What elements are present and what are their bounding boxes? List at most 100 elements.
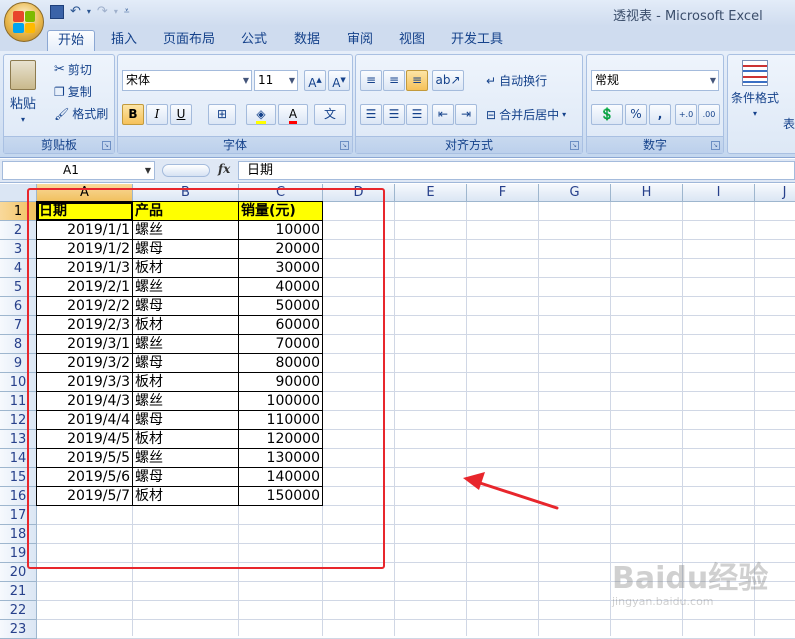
align-center-button[interactable]: ☰ <box>383 104 405 125</box>
cell-date[interactable]: 2019/2/1 <box>37 278 133 297</box>
cell-sales[interactable]: 120000 <box>239 430 323 449</box>
tab-developer[interactable]: 开发工具 <box>444 30 510 52</box>
decrease-indent-button[interactable]: ⇤ <box>432 104 454 125</box>
align-right-button[interactable]: ☰ <box>406 104 428 125</box>
cell-sales[interactable]: 150000 <box>239 487 323 506</box>
decrease-decimal-button[interactable]: .00 <box>698 104 720 125</box>
comma-button[interactable]: , <box>649 104 671 125</box>
tab-formulas[interactable]: 公式 <box>232 30 276 52</box>
wrap-text-button[interactable]: ↵ 自动换行 <box>486 72 547 89</box>
cell-sales[interactable]: 130000 <box>239 449 323 468</box>
cell-date[interactable]: 2019/1/1 <box>37 221 133 240</box>
cell-sales[interactable]: 40000 <box>239 278 323 297</box>
cell-sales[interactable]: 110000 <box>239 411 323 430</box>
copy-button[interactable]: ❐ 复制 <box>54 83 92 100</box>
format-as-table-button[interactable]: 表 <box>783 115 795 132</box>
cell-date[interactable]: 2019/5/6 <box>37 468 133 487</box>
cell-sales[interactable]: 80000 <box>239 354 323 373</box>
cell-sales[interactable]: 20000 <box>239 240 323 259</box>
row-header-13[interactable]: 13 <box>0 430 37 449</box>
undo-dropdown-icon[interactable]: ▾ <box>87 7 91 16</box>
tab-view[interactable]: 视图 <box>390 30 434 52</box>
row-header-18[interactable]: 18 <box>0 525 37 544</box>
shrink-font-button[interactable]: A▼ <box>328 70 350 91</box>
cell-product[interactable]: 螺丝 <box>133 449 239 468</box>
insert-function-button[interactable]: fx <box>218 162 230 176</box>
row-header-1[interactable]: 1 <box>0 202 37 221</box>
cell-date[interactable]: 2019/1/3 <box>37 259 133 278</box>
cell-product[interactable]: 板材 <box>133 430 239 449</box>
increase-indent-button[interactable]: ⇥ <box>455 104 477 125</box>
cell-sales[interactable]: 60000 <box>239 316 323 335</box>
merge-center-button[interactable]: ⊟ 合并后居中 ▾ <box>486 106 566 123</box>
column-header-h[interactable]: H <box>611 184 683 202</box>
row-header-12[interactable]: 12 <box>0 411 37 430</box>
font-color-button[interactable]: A <box>278 104 308 125</box>
row-header-4[interactable]: 4 <box>0 259 37 278</box>
cell-sales[interactable]: 70000 <box>239 335 323 354</box>
tab-insert[interactable]: 插入 <box>102 30 146 52</box>
underline-button[interactable]: U <box>170 104 192 125</box>
column-header-a[interactable]: A <box>37 184 133 202</box>
cell-sales[interactable]: 100000 <box>239 392 323 411</box>
tab-home[interactable]: 开始 <box>47 30 95 52</box>
font-name-select[interactable]: 宋体 ▼ <box>122 70 252 91</box>
cell-sales[interactable]: 90000 <box>239 373 323 392</box>
column-header-c[interactable]: C <box>239 184 323 202</box>
cell-product[interactable]: 板材 <box>133 259 239 278</box>
redo-dropdown-icon[interactable]: ▾ <box>114 7 118 16</box>
tab-page-layout[interactable]: 页面布局 <box>156 30 222 52</box>
cell-sales[interactable]: 10000 <box>239 221 323 240</box>
cell-product[interactable]: 螺丝 <box>133 221 239 240</box>
cell-date[interactable]: 2019/3/2 <box>37 354 133 373</box>
row-header-19[interactable]: 19 <box>0 544 37 563</box>
formula-bar-splitter[interactable] <box>162 164 210 177</box>
cell-date[interactable]: 2019/5/7 <box>37 487 133 506</box>
grow-font-button[interactable]: A▲ <box>304 70 326 91</box>
row-header-17[interactable]: 17 <box>0 506 37 525</box>
clipboard-launcher-icon[interactable]: ↘ <box>102 141 111 150</box>
cell-sales[interactable]: 140000 <box>239 468 323 487</box>
cell-product[interactable]: 板材 <box>133 487 239 506</box>
column-header-d[interactable]: D <box>323 184 395 202</box>
increase-decimal-button[interactable]: +.0 <box>675 104 697 125</box>
column-header-g[interactable]: G <box>539 184 611 202</box>
cell-product[interactable]: 螺丝 <box>133 335 239 354</box>
cell-date[interactable]: 2019/3/1 <box>37 335 133 354</box>
row-header-2[interactable]: 2 <box>0 221 37 240</box>
row-header-23[interactable]: 23 <box>0 620 37 639</box>
percent-button[interactable]: % <box>625 104 647 125</box>
column-header-f[interactable]: F <box>467 184 539 202</box>
cell-product[interactable]: 螺丝 <box>133 278 239 297</box>
cell-date[interactable]: 2019/2/2 <box>37 297 133 316</box>
cell-sales[interactable]: 50000 <box>239 297 323 316</box>
cell-date[interactable]: 2019/3/3 <box>37 373 133 392</box>
align-middle-button[interactable]: ≡ <box>383 70 405 91</box>
cell-product[interactable]: 螺丝 <box>133 392 239 411</box>
cut-button[interactable]: ✂ 剪切 <box>54 61 92 78</box>
currency-button[interactable]: 💲 <box>591 104 623 125</box>
borders-button[interactable]: ⊞ <box>208 104 236 125</box>
row-header-15[interactable]: 15 <box>0 468 37 487</box>
cell-sales[interactable]: 30000 <box>239 259 323 278</box>
customize-qat-icon[interactable]: ⩡ <box>124 6 130 17</box>
align-left-button[interactable]: ☰ <box>360 104 382 125</box>
cell-date[interactable]: 2019/5/5 <box>37 449 133 468</box>
align-top-button[interactable]: ≡ <box>360 70 382 91</box>
cell-date[interactable]: 2019/4/4 <box>37 411 133 430</box>
save-icon[interactable] <box>50 4 64 19</box>
cell-product[interactable]: 螺母 <box>133 354 239 373</box>
name-box[interactable]: A1 ▼ <box>2 161 155 180</box>
row-header-7[interactable]: 7 <box>0 316 37 335</box>
format-painter-button[interactable]: 🖌 格式刷 <box>54 105 108 122</box>
cell-date[interactable]: 2019/4/3 <box>37 392 133 411</box>
cell-date[interactable]: 2019/4/5 <box>37 430 133 449</box>
redo-icon[interactable]: ↷ <box>97 4 108 19</box>
tab-review[interactable]: 审阅 <box>338 30 382 52</box>
row-header-10[interactable]: 10 <box>0 373 37 392</box>
font-size-select[interactable]: 11 ▼ <box>254 70 298 91</box>
header-cell-product[interactable]: 产品 <box>133 202 239 221</box>
header-cell-date[interactable]: 日期 <box>37 202 133 221</box>
undo-icon[interactable]: ↶ <box>70 4 81 19</box>
row-header-8[interactable]: 8 <box>0 335 37 354</box>
